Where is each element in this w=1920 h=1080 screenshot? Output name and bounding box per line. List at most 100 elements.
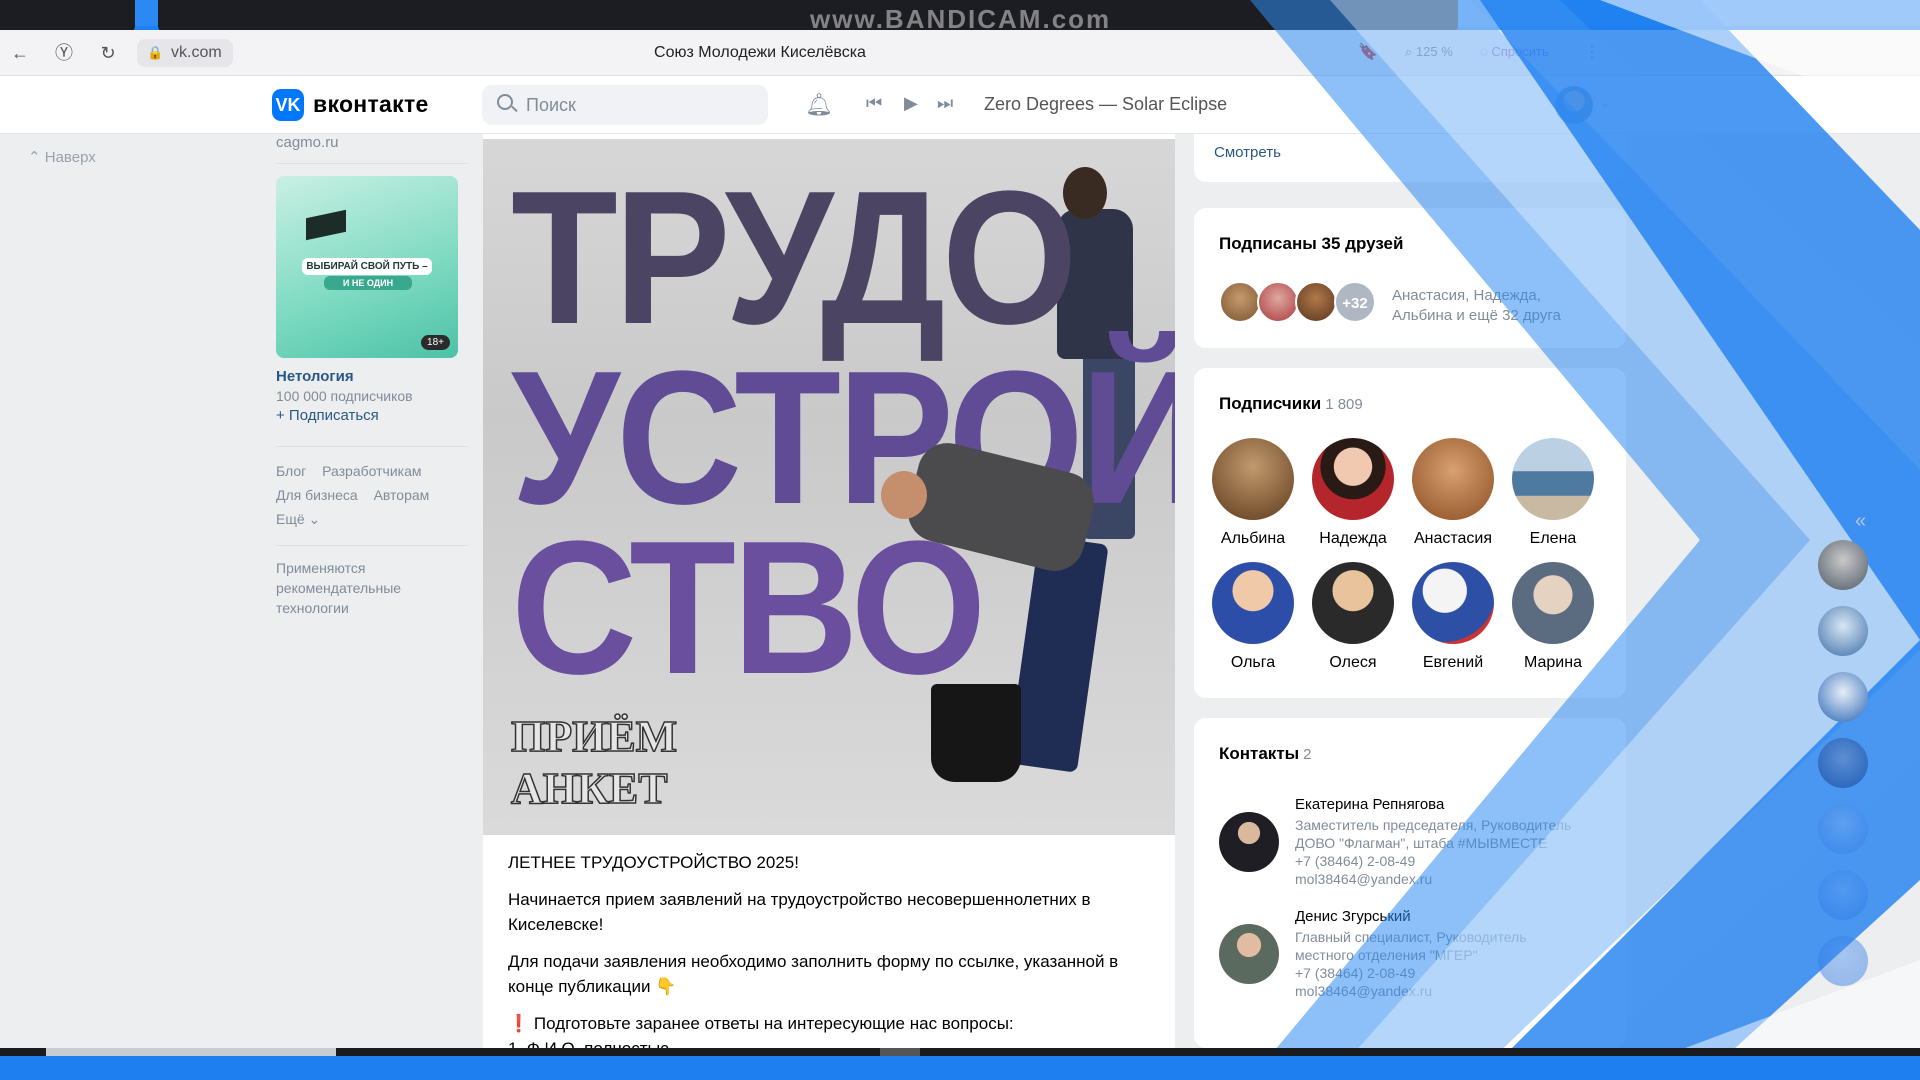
subscriber-item[interactable]: Евгений xyxy=(1403,562,1503,672)
vk-logo-icon[interactable]: VK xyxy=(272,89,304,121)
user-avatar[interactable] xyxy=(1555,86,1593,124)
sidebar-avatar[interactable] xyxy=(1818,672,1868,722)
bell-icon[interactable]: 🔔︎ xyxy=(805,92,833,118)
contact-details: Заместитель председателя, Руководитель Д… xyxy=(1295,816,1625,888)
subscriber-avatar xyxy=(1512,438,1594,520)
subscriber-item[interactable]: Ольга xyxy=(1203,562,1303,672)
subscribers-count: 1 809 xyxy=(1325,396,1363,413)
browser-address-bar: ← Ⓨ ↻ 🔒 vk.com Союз Молодежи Киселёвска … xyxy=(0,30,1920,76)
footer-link-blog[interactable]: Блог xyxy=(276,463,306,479)
sidebar-avatar[interactable] xyxy=(1818,540,1868,590)
footer-link-business[interactable]: Для бизнеса xyxy=(276,487,358,503)
subscriber-item[interactable]: Олеся xyxy=(1303,562,1403,672)
friends-title[interactable]: Подписаны 35 друзей xyxy=(1219,234,1403,254)
contact-email[interactable]: mol38464@yandex.ru xyxy=(1295,982,1625,1000)
stamp-line: АНКЕТ xyxy=(510,763,668,814)
subscriber-item[interactable]: Елена xyxy=(1503,438,1603,548)
page-body: ⌃ Наверх cagmo.ru ВЫБИРАЙ СВОЙ ПУТЬ – И … xyxy=(0,134,1920,1050)
contact-name[interactable]: Екатерина Репнягова xyxy=(1295,796,1625,813)
bucket-shape xyxy=(931,684,1021,782)
sidebar-avatar[interactable] xyxy=(1818,606,1868,656)
contact-avatar[interactable] xyxy=(1219,924,1279,984)
subscriber-item[interactable]: Марина xyxy=(1503,562,1603,672)
footer-link-authors[interactable]: Авторам xyxy=(374,487,430,503)
friends-names: Анастасия, Надежда, Альбина и ещё 32 дру… xyxy=(1392,287,1561,324)
play-icon[interactable]: ▶ xyxy=(904,93,918,114)
more-menu-icon[interactable]: ⋮ xyxy=(1584,42,1600,62)
video-card: Смотреть xyxy=(1194,134,1626,182)
contact-email[interactable]: mol38464@yandex.ru xyxy=(1295,870,1625,888)
bottom-scroll-bar[interactable] xyxy=(0,1048,1920,1056)
back-to-top-label: Наверх xyxy=(44,149,96,166)
post-paragraph: ❗ Подготовьте заранее ответы на интересу… xyxy=(508,1014,1014,1033)
friend-avatar[interactable] xyxy=(1295,281,1337,323)
subscribe-button[interactable]: + Подписаться xyxy=(276,407,468,424)
post-paragraph: ЛЕТНЕЕ ТРУДОУСТРОЙСТВО 2025! xyxy=(508,853,799,872)
contact-avatar[interactable] xyxy=(1219,812,1279,872)
contact-name[interactable]: Денис Згурський xyxy=(1295,908,1625,925)
contacts-count: 2 xyxy=(1303,746,1312,763)
now-playing-track[interactable]: Zero Degrees — Solar Eclipse xyxy=(984,94,1227,115)
friend-avatar[interactable] xyxy=(1219,281,1261,323)
subscriber-name: Елена xyxy=(1529,530,1577,547)
next-track-icon[interactable]: ⏭ xyxy=(937,93,953,114)
zoom-level: 125 % xyxy=(1415,44,1453,59)
yandex-icon[interactable]: Ⓨ xyxy=(52,41,76,65)
post-image[interactable]: ТРУДО УСТРОЙ СТВО ПРИЁМ АНКЕТ xyxy=(483,139,1175,835)
contacts-title[interactable]: Контакты 2 xyxy=(1219,744,1312,764)
ad-image-subtext: И НЕ ОДИН xyxy=(324,276,412,290)
vk-brand-name[interactable]: вконтакте xyxy=(313,91,429,118)
footer-link-developers[interactable]: Разработчикам xyxy=(322,463,421,479)
contact-role: местного отделения "МГЕР" xyxy=(1295,947,1478,963)
footer-link-more[interactable]: Ещё ⌄ xyxy=(276,511,320,527)
site-link[interactable]: cagmo.ru xyxy=(276,134,468,151)
sidebar-avatar[interactable] xyxy=(1818,804,1868,854)
back-arrow-icon[interactable]: ← xyxy=(8,41,32,65)
zoom-indicator[interactable]: ⌕ 125 % xyxy=(1405,44,1453,60)
friends-subscribed-card[interactable]: Подписаны 35 друзей +32 Анастасия, Надеж… xyxy=(1194,208,1626,348)
subscribers-label: Подписчики xyxy=(1219,394,1322,413)
watch-link[interactable]: Смотреть xyxy=(1214,144,1281,161)
chevron-down-icon[interactable]: ⌄ xyxy=(1600,96,1610,110)
ad-title[interactable]: Нетология xyxy=(276,368,468,385)
contact-role: Заместитель председателя, Руководитель xyxy=(1295,817,1572,833)
bookmark-icon[interactable]: 🔖 xyxy=(1358,42,1378,62)
browser-tab-active[interactable] xyxy=(158,0,1458,32)
sidebar-avatar[interactable] xyxy=(1818,936,1868,986)
divider xyxy=(276,545,468,546)
more-friends-badge[interactable]: +32 xyxy=(1334,281,1376,323)
subscriber-name: Анастасия xyxy=(1413,530,1493,547)
recommendation-notice[interactable]: Применяются рекомендательные технологии xyxy=(276,558,468,618)
subscriber-avatar xyxy=(1412,438,1494,520)
contact-phone: +7 (38464) 2-08-49 xyxy=(1295,853,1416,869)
divider xyxy=(276,163,468,164)
subscriber-avatar xyxy=(1412,562,1494,644)
contact-role: ДОВО "Флагман", штаба #МЫВМЕСТЕ xyxy=(1295,835,1548,851)
subscriber-avatar xyxy=(1212,562,1294,644)
subscriber-item[interactable]: Надежда xyxy=(1303,438,1403,548)
url-field[interactable]: 🔒 vk.com xyxy=(137,39,233,67)
footer-links: Блог Разработчикам Для бизнеса Авторам Е… xyxy=(276,459,468,531)
post-text: ЛЕТНЕЕ ТРУДОУСТРОЙСТВО 2025! Начинается … xyxy=(508,850,1148,1050)
sidebar-avatar[interactable] xyxy=(1818,870,1868,920)
subscriber-item[interactable]: Альбина xyxy=(1203,438,1303,548)
page-title: Союз Молодежи Киселёвска xyxy=(654,44,866,61)
scroll-thumb[interactable] xyxy=(46,1048,336,1056)
sidebar-avatar[interactable] xyxy=(1818,738,1868,788)
browser-tab[interactable] xyxy=(0,0,135,32)
subscriber-name: Евгений xyxy=(1422,654,1484,671)
contact-details: Главный специалист, Руководитель местног… xyxy=(1295,928,1625,1000)
ask-alice-button[interactable]: ◌ Спросить xyxy=(1480,44,1549,59)
search-input[interactable] xyxy=(482,85,768,125)
top-tab-strip: www.BANDICAM.com xyxy=(0,0,1920,34)
friend-avatar[interactable] xyxy=(1257,281,1299,323)
ad-image[interactable]: ВЫБИРАЙ СВОЙ ПУТЬ – И НЕ ОДИН 18+ xyxy=(276,176,458,358)
ad-image-text: ВЫБИРАЙ СВОЙ ПУТЬ – xyxy=(302,258,432,275)
back-to-top-link[interactable]: ⌃ Наверх xyxy=(28,148,96,166)
reload-icon[interactable]: ↻ xyxy=(96,41,120,65)
subscriber-item[interactable]: Анастасия xyxy=(1403,438,1503,548)
previous-track-icon[interactable]: ⏮ xyxy=(866,93,882,114)
subscribers-title[interactable]: Подписчики 1 809 xyxy=(1219,394,1363,414)
collapse-sidebar-icon[interactable]: « xyxy=(1855,510,1866,533)
bottom-frame xyxy=(0,1056,1920,1080)
